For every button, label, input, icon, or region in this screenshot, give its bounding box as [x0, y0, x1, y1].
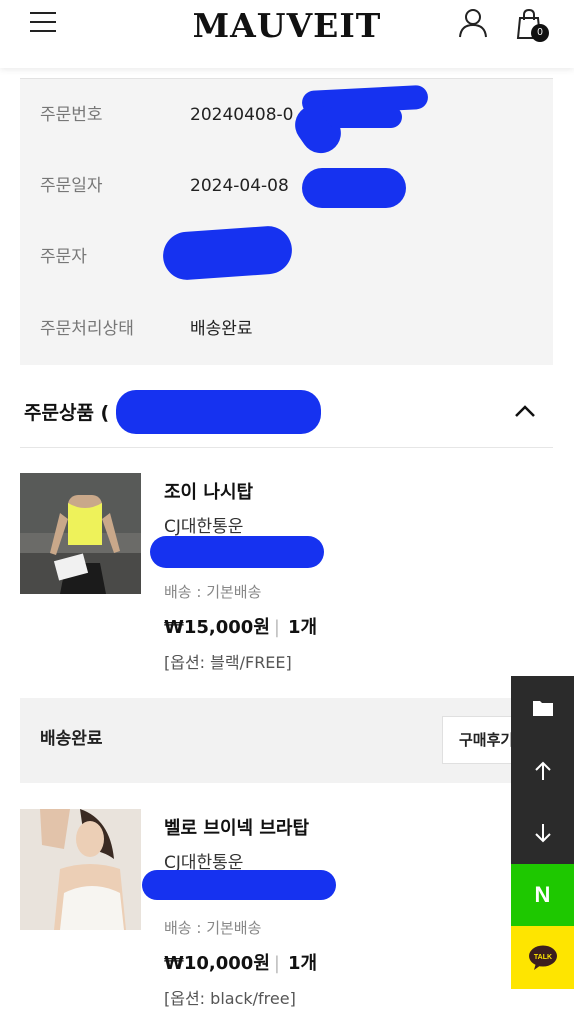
redaction-mark	[302, 168, 406, 208]
product-price: ₩15,000원	[164, 617, 270, 638]
product-shipping: 배송 : 기본배송	[164, 919, 262, 937]
product-price-row: ₩15,000원 | 1개	[164, 613, 317, 639]
delivery-status-bar: 배송완료 구매후기	[20, 698, 562, 783]
product-option: [옵션: black/free]	[164, 989, 296, 1008]
site-header: MAUVEIT 0	[0, 0, 574, 68]
arrow-up-icon	[534, 761, 551, 780]
product-name[interactable]: 조이 나시탑	[164, 478, 253, 504]
product-quantity: 1개	[287, 953, 318, 974]
product-thumbnail[interactable]	[20, 809, 141, 930]
redaction-mark	[161, 224, 294, 282]
order-status-value: 배송완료	[190, 319, 253, 339]
redaction-mark	[142, 870, 336, 900]
arrow-down-icon	[534, 824, 551, 843]
product-thumbnail[interactable]	[20, 473, 141, 594]
kakaotalk-button[interactable]: TALK	[511, 926, 574, 989]
redaction-mark	[150, 536, 324, 568]
kakaotalk-icon: TALK	[528, 945, 557, 970]
delivery-status-label: 배송완료	[40, 729, 103, 749]
product-quantity: 1개	[287, 617, 318, 638]
user-icon[interactable]	[458, 8, 488, 38]
redaction-mark	[326, 106, 402, 128]
order-date-value: 2024-04-08	[190, 176, 289, 196]
naver-button[interactable]: N	[511, 864, 574, 926]
product-carrier: CJ대한통운	[164, 517, 244, 537]
ordered-products-title: 주문상품 (	[24, 402, 110, 424]
product-shipping: 배송 : 기본배송	[164, 583, 262, 601]
folder-button[interactable]	[511, 676, 574, 740]
scroll-bottom-button[interactable]	[511, 802, 574, 864]
order-number-label: 주문번호	[40, 105, 103, 125]
order-info-panel: 주문번호 20240408-0 주문일자 2024-04-08 주문자 주문처리…	[20, 78, 553, 365]
chevron-up-icon[interactable]	[508, 394, 542, 428]
order-status-label: 주문처리상태	[40, 319, 134, 339]
cart-count-badge: 0	[531, 24, 549, 42]
product-item: 조이 나시탑 CJ대한통운 배송 : 기본배송 ₩15,000원 | 1개 [옵션:…	[20, 473, 553, 683]
section-divider	[20, 447, 553, 448]
product-option: [옵션: 블랙/FREE]	[164, 653, 292, 672]
price-separator: |	[273, 617, 280, 638]
product-price-row: ₩10,000원 | 1개	[164, 949, 317, 975]
folder-icon	[532, 701, 553, 716]
redaction-mark	[116, 390, 321, 434]
product-name[interactable]: 벨로 브이넥 브라탑	[164, 814, 309, 840]
scroll-top-button[interactable]	[511, 740, 574, 802]
kakaotalk-label: TALK	[533, 954, 551, 961]
price-separator: |	[273, 953, 280, 974]
product-price: ₩10,000원	[164, 953, 270, 974]
order-number-value: 20240408-0	[190, 105, 294, 125]
order-date-label: 주문일자	[40, 176, 103, 196]
naver-icon: N	[534, 882, 551, 907]
product-item: 벨로 브이넥 브라탑 CJ대한통운 배송 : 기본배송 ₩10,000원 | 1개 …	[20, 809, 553, 1019]
floating-quick-bar: N TALK	[511, 676, 574, 989]
